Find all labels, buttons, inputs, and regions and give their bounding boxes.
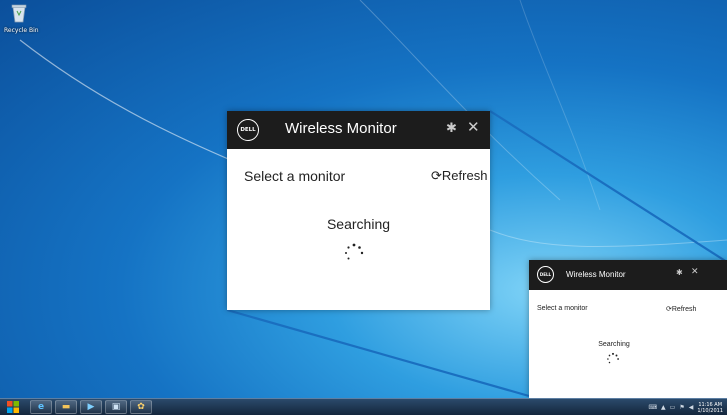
window-title: Wireless Monitor xyxy=(285,120,397,137)
gear-icon[interactable]: ✱ xyxy=(446,122,457,135)
taskbar-paint[interactable]: ✿ xyxy=(130,400,152,414)
paint-icon: ✿ xyxy=(137,402,145,412)
close-icon[interactable]: ✕ xyxy=(691,268,699,277)
taskbar-clock[interactable]: 11:16 AM 1/10/2011 xyxy=(697,402,723,414)
speaker-icon[interactable]: ◀ xyxy=(689,404,694,411)
wireless-monitor-window: DELL Wireless Monitor ✱ ✕ Select a monit… xyxy=(227,111,490,310)
start-button[interactable] xyxy=(2,399,24,415)
clock-date: 1/10/2011 xyxy=(697,407,723,414)
refresh-button[interactable]: ⟳Refresh xyxy=(431,168,487,184)
chevron-up-icon[interactable]: ▲ xyxy=(661,404,666,411)
system-tray: ⌨ ▲ ▭ ⚑ ◀ 11:16 AM 1/10/2011 xyxy=(648,400,723,415)
clock-time: 11:16 AM xyxy=(698,401,723,408)
windows-logo-icon xyxy=(7,401,19,413)
taskbar-file-explorer[interactable]: ▬ xyxy=(55,400,77,414)
loading-spinner xyxy=(607,352,619,364)
searching-status: Searching xyxy=(598,341,630,348)
recycle-bin-icon xyxy=(11,4,27,23)
refresh-icon: ⟳ xyxy=(431,168,442,183)
taskbar-internet-explorer[interactable]: e xyxy=(30,400,52,414)
taskbar: e ▬ ▶ ▣ ✿ ⌨ ▲ ▭ ⚑ ◀ 11:16 AM 1/10/2011 xyxy=(0,398,727,415)
window-title: Wireless Monitor xyxy=(566,270,626,279)
taskbar-app[interactable]: ▣ xyxy=(105,400,127,414)
dell-logo: DELL xyxy=(237,119,259,141)
window-titlebar: DELL Wireless Monitor ✱ ✕ xyxy=(529,260,727,290)
searching-status: Searching xyxy=(326,216,391,232)
close-icon[interactable]: ✕ xyxy=(467,120,480,135)
select-monitor-label: Select a monitor xyxy=(244,168,346,184)
window-titlebar: DELL Wireless Monitor ✱ ✕ xyxy=(227,111,490,149)
recycle-bin-shortcut[interactable]: Recycle Bin xyxy=(4,3,39,34)
taskbar-media-player[interactable]: ▶ xyxy=(80,400,102,414)
recycle-bin-label: Recycle Bin xyxy=(4,27,39,34)
loading-spinner xyxy=(345,243,364,260)
window-app-icon: ▣ xyxy=(111,402,121,412)
network-icon[interactable]: ▭ xyxy=(670,404,676,411)
wireless-monitor-window-preview: DELL Wireless Monitor ✱ ✕ Select a monit… xyxy=(529,260,727,398)
flag-icon[interactable]: ⚑ xyxy=(679,404,684,411)
gear-icon[interactable]: ✱ xyxy=(676,269,683,277)
refresh-label: Refresh xyxy=(441,168,488,183)
internet-explorer-icon: e xyxy=(37,402,45,412)
folder-icon: ▬ xyxy=(61,402,71,412)
select-monitor-label: Select a monitor xyxy=(537,305,588,312)
dell-logo: DELL xyxy=(537,266,554,283)
keyboard-icon[interactable]: ⌨ xyxy=(648,404,657,411)
refresh-button[interactable]: ⟳Refresh xyxy=(666,305,696,313)
refresh-label: Refresh xyxy=(671,306,697,313)
media-player-icon: ▶ xyxy=(87,402,95,412)
